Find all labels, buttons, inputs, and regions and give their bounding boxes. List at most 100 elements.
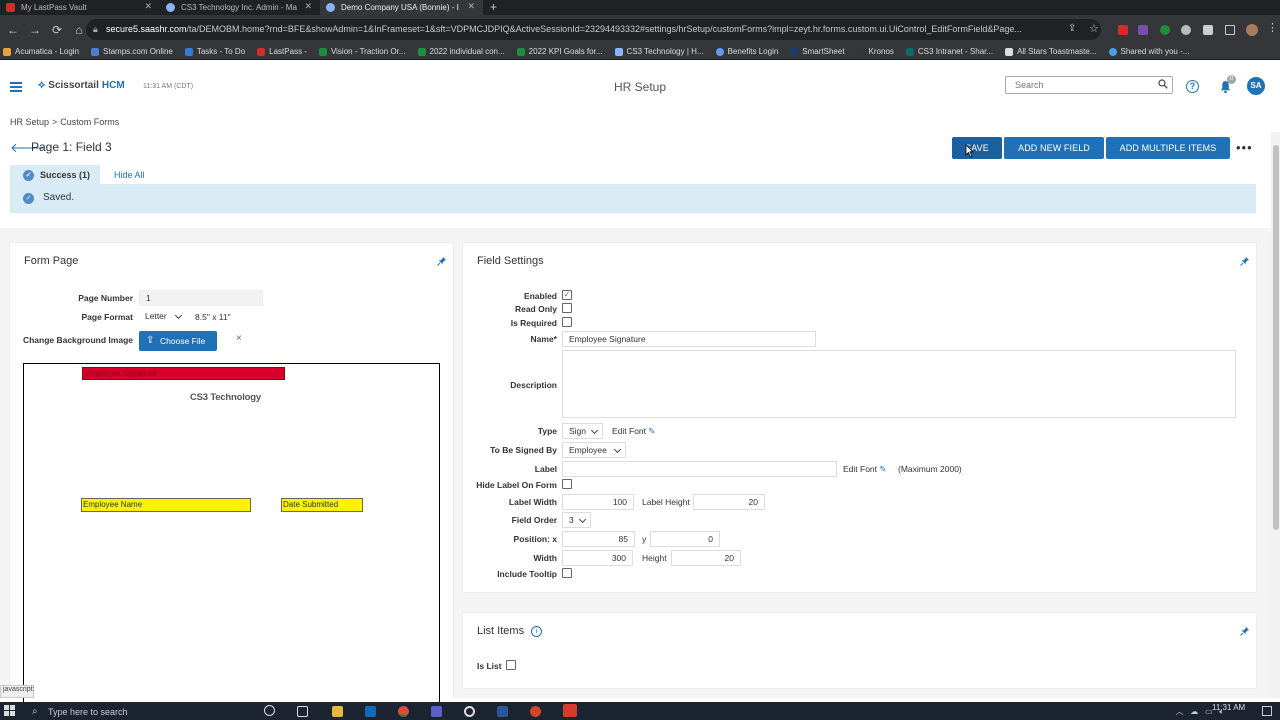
- save-button[interactable]: SAVE: [952, 137, 1002, 159]
- close-icon[interactable]: ✕: [144, 1, 152, 12]
- more-options-icon[interactable]: •••: [1236, 140, 1253, 155]
- taskbar-search[interactable]: ⌕ Type here to search: [30, 704, 255, 720]
- outlook-icon[interactable]: [365, 706, 376, 717]
- bookmark-icon: [184, 47, 193, 56]
- back-icon[interactable]: ←: [4, 23, 22, 37]
- bookmark-item[interactable]: Stamps.com Online: [91, 47, 173, 56]
- search-icon: ⌕: [32, 706, 38, 717]
- bookmark-item[interactable]: SmartSheet: [790, 47, 845, 56]
- width-input[interactable]: 300: [562, 550, 633, 566]
- bookmark-item[interactable]: 2022 individual con...: [417, 47, 505, 56]
- edit-font-link[interactable]: Edit Font ✎: [612, 426, 656, 437]
- chrome-icon[interactable]: [398, 706, 409, 717]
- label-height-input[interactable]: 20: [693, 494, 765, 510]
- brand-logo[interactable]: ⟡ Scissortail HCM: [38, 79, 125, 92]
- is-list-checkbox[interactable]: [506, 660, 516, 670]
- position-y-input[interactable]: 0: [650, 531, 720, 547]
- cloud-icon[interactable]: ☁︎: [1190, 707, 1198, 716]
- chevron-up-icon[interactable]: ︿: [1176, 707, 1184, 716]
- canvas-field-employee-name[interactable]: Employee Name: [81, 498, 251, 512]
- search-icon[interactable]: [1158, 79, 1168, 89]
- file-explorer-icon[interactable]: [332, 706, 343, 717]
- extension-icon[interactable]: [1160, 25, 1170, 35]
- bookmark-item[interactable]: CS3 Intranet - Shar...: [905, 47, 993, 56]
- name-input[interactable]: Employee Signature: [562, 331, 816, 347]
- system-clock[interactable]: 11:31 AM: [1212, 703, 1245, 712]
- reload-icon[interactable]: ⟳: [48, 23, 66, 37]
- page-format-select[interactable]: Letter: [139, 309, 186, 325]
- description-textarea[interactable]: [562, 350, 1236, 418]
- pin-icon[interactable]: [437, 256, 447, 266]
- bookmark-item[interactable]: LastPass -: [257, 47, 307, 56]
- add-multiple-items-button[interactable]: ADD MULTIPLE ITEMS: [1106, 137, 1230, 159]
- bookmark-item[interactable]: Kronos: [856, 47, 894, 56]
- label-width-input[interactable]: 100: [562, 494, 634, 510]
- cortana-icon[interactable]: [264, 705, 275, 716]
- enabled-checkbox[interactable]: ✓: [562, 290, 572, 300]
- close-icon[interactable]: ✕: [467, 1, 475, 12]
- url-field[interactable]: 🔒︎ secure5.saashr.com/ta/DEMOBM.home?rnd=…: [86, 19, 1101, 40]
- choose-file-button[interactable]: ⇪ Choose File: [139, 331, 217, 351]
- search-input[interactable]: [1005, 76, 1173, 94]
- pin-icon[interactable]: [1240, 626, 1250, 636]
- add-new-field-button[interactable]: ADD NEW FIELD: [1004, 137, 1104, 159]
- share-icon[interactable]: ⇪: [1068, 23, 1076, 34]
- breadcrumb-hr-setup[interactable]: HR Setup: [10, 117, 49, 127]
- notification-center-icon[interactable]: [1262, 706, 1272, 716]
- include-tooltip-checkbox[interactable]: [562, 568, 572, 578]
- bookmark-item[interactable]: CS3 Technology | H...: [614, 47, 704, 56]
- hamburger-menu-icon[interactable]: [10, 82, 22, 92]
- bookmark-item[interactable]: All Stars Toastmaste...: [1005, 47, 1097, 56]
- profile-icon[interactable]: [1246, 24, 1258, 36]
- scrollbar-thumb[interactable]: [1273, 145, 1279, 530]
- tab-demo-company[interactable]: Demo Company USA (Bonnie) - I ✕: [320, 0, 483, 15]
- settings-icon[interactable]: [464, 706, 475, 717]
- extension-icon[interactable]: [1181, 25, 1191, 35]
- app-header: ⟡ Scissortail HCM 11:31 AM (CDT) HR Setu…: [0, 60, 1280, 112]
- tab-cs3-admin[interactable]: CS3 Technology Inc. Admin - Ma ✕: [160, 0, 320, 15]
- sidebar-icon[interactable]: [1225, 25, 1235, 35]
- clear-background-icon[interactable]: ×: [236, 333, 242, 344]
- tab-lastpass[interactable]: My LastPass Vault ✕: [0, 0, 160, 15]
- help-icon[interactable]: ?: [1186, 80, 1199, 93]
- word-icon[interactable]: [497, 706, 508, 717]
- success-tab[interactable]: ✓ Success (1): [10, 165, 100, 186]
- is-required-checkbox[interactable]: [562, 317, 572, 327]
- avatar[interactable]: SA: [1247, 77, 1265, 95]
- task-view-icon[interactable]: [297, 706, 308, 717]
- canvas-field-date-submitted[interactable]: Date Submitted: [281, 498, 363, 512]
- canvas-field-employee-signature[interactable]: Employee Signature: [82, 367, 285, 380]
- extension-icon[interactable]: [1138, 25, 1148, 35]
- star-icon[interactable]: ☆: [1089, 22, 1099, 35]
- edit-font-link-label[interactable]: Edit Font ✎: [843, 464, 887, 475]
- pin-icon[interactable]: [1240, 256, 1250, 266]
- snagit-icon[interactable]: [563, 704, 577, 717]
- puzzle-icon[interactable]: [1203, 25, 1213, 35]
- close-icon[interactable]: ✕: [304, 1, 312, 12]
- bookmark-item[interactable]: Benefits Login: [715, 47, 778, 56]
- bookmark-item[interactable]: Shared with you -...: [1108, 47, 1189, 56]
- label-input[interactable]: [562, 461, 837, 477]
- hide-label-checkbox[interactable]: [562, 479, 572, 489]
- breadcrumb-custom-forms[interactable]: Custom Forms: [60, 117, 119, 127]
- bookmark-item[interactable]: Tasks - To Do: [184, 47, 245, 56]
- teams-icon[interactable]: [431, 706, 442, 717]
- type-select[interactable]: Sign: [562, 423, 603, 439]
- new-tab-icon[interactable]: +: [490, 0, 497, 14]
- extension-icon[interactable]: [1118, 25, 1128, 35]
- bookmark-item[interactable]: Acumatica - Login: [3, 47, 79, 56]
- bookmark-item[interactable]: Vision - Traction Or...: [318, 47, 406, 56]
- powerpoint-icon[interactable]: [530, 706, 541, 717]
- height-input[interactable]: 20: [671, 550, 741, 566]
- to-be-signed-by-label: To Be Signed By: [490, 445, 557, 455]
- bookmark-item[interactable]: 2022 KPI Goals for...: [516, 47, 603, 56]
- forward-icon[interactable]: →: [26, 23, 44, 37]
- windows-start-icon[interactable]: [4, 705, 15, 716]
- kebab-menu-icon[interactable]: ⋮: [1267, 21, 1278, 34]
- position-x-input[interactable]: 85: [562, 531, 635, 547]
- hide-all-link[interactable]: Hide All: [114, 170, 145, 180]
- signed-by-select[interactable]: Employee: [562, 442, 626, 458]
- field-order-select[interactable]: 3: [562, 512, 591, 528]
- read-only-checkbox[interactable]: [562, 303, 572, 313]
- info-icon[interactable]: i: [531, 625, 543, 637]
